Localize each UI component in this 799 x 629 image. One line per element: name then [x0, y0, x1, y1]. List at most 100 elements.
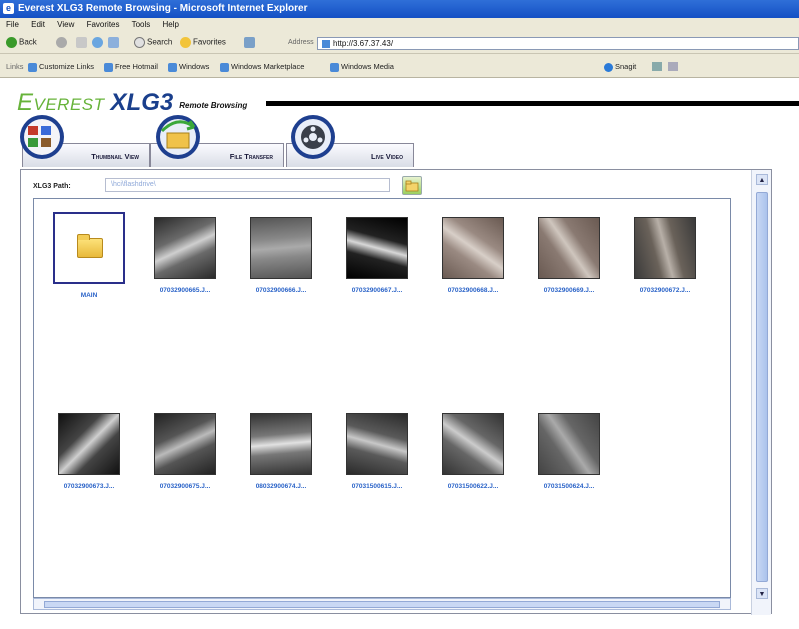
menu-favorites[interactable]: Favorites [87, 20, 120, 29]
address-bar[interactable]: http://3.67.37.43/ [317, 37, 799, 50]
back-button[interactable]: Back [6, 37, 37, 49]
file-name-label[interactable]: 07031500615.J... [334, 483, 420, 490]
file-name-label[interactable]: 07032900665.J... [142, 287, 228, 294]
forward-button[interactable] [56, 37, 69, 49]
file-name-label[interactable]: 07032900669.J... [526, 287, 612, 294]
image-thumbnail-item[interactable]: 07032900669.J... [526, 217, 612, 294]
file-name-label[interactable]: 07032900672.J... [622, 287, 708, 294]
open-folder-button[interactable] [402, 176, 422, 195]
search-button[interactable]: Search [134, 37, 172, 49]
folder-item[interactable]: MAIN [46, 212, 132, 299]
image-thumbnail-item[interactable]: 07031500615.J... [334, 413, 420, 490]
file-name-label[interactable]: 07032900668.J... [430, 287, 516, 294]
back-arrow-icon [6, 37, 17, 48]
image-thumbnail[interactable] [250, 217, 312, 279]
menu-view[interactable]: View [57, 20, 74, 29]
brand-divider [266, 101, 799, 106]
favorites-button[interactable]: Favorites [180, 37, 226, 49]
brand-subtitle: Remote Browsing [179, 101, 248, 110]
refresh-icon [92, 37, 103, 48]
capture-window-icon[interactable] [668, 62, 678, 71]
capture-icon[interactable] [652, 62, 662, 71]
file-name-label[interactable]: MAIN [46, 292, 132, 299]
image-thumbnail[interactable] [250, 413, 312, 475]
links-bar: Links Customize Links Free Hotmail Windo… [0, 54, 799, 78]
horizontal-scroll-thumb[interactable] [44, 601, 720, 608]
path-label: XLG3 Path: [33, 183, 71, 190]
links-label: Links [6, 62, 24, 71]
path-input[interactable]: \hci\flashdrive\ [105, 178, 390, 192]
image-thumbnail-item[interactable]: 07032900666.J... [238, 217, 324, 294]
image-thumbnail-item[interactable]: 07032900665.J... [142, 217, 228, 294]
link-windows-marketplace[interactable]: Windows Marketplace [220, 62, 304, 72]
image-thumbnail[interactable] [346, 217, 408, 279]
thumbnail-grid: MAIN 07032900665.J... 07032900666.J... 0703… [33, 198, 731, 598]
menu-edit[interactable]: Edit [31, 20, 45, 29]
history-button[interactable] [244, 37, 257, 49]
horizontal-scrollbar[interactable] [33, 598, 731, 610]
folder-glyph [77, 234, 103, 258]
folder-icon[interactable] [53, 212, 125, 284]
folder-open-icon [405, 180, 419, 192]
page-icon [322, 39, 330, 48]
image-thumbnail-item[interactable]: 07032900667.J... [334, 217, 420, 294]
file-name-label[interactable]: 08032900674.J... [238, 483, 324, 490]
stop-icon [76, 37, 87, 48]
home-button[interactable] [108, 37, 121, 49]
image-thumbnail-item[interactable]: 08032900674.J... [238, 413, 324, 490]
snagit-button[interactable]: Snagit [604, 62, 636, 72]
file-name-label[interactable]: 07031500624.J... [526, 483, 612, 490]
vertical-scroll-thumb[interactable] [756, 192, 768, 582]
image-thumbnail-item[interactable]: 07031500624.J... [526, 413, 612, 490]
link-windows-media[interactable]: Windows Media [330, 62, 394, 72]
refresh-button[interactable] [92, 37, 105, 49]
stop-button[interactable] [76, 37, 89, 49]
brand-xlg3: XLG3 [110, 89, 174, 116]
menu-file[interactable]: File [6, 20, 19, 29]
link-customize[interactable]: Customize Links [28, 62, 94, 72]
ie-logo-icon: e [3, 3, 14, 14]
title-bar: e Everest XLG3 Remote Browsing - Microso… [0, 0, 799, 18]
star-icon [180, 37, 191, 48]
brand-everest: Everest [17, 89, 105, 116]
scroll-up-arrow-icon[interactable]: ▲ [756, 174, 768, 185]
file-name-label[interactable]: 07032900673.J... [46, 483, 132, 490]
file-name-label[interactable]: 07031500622.J... [430, 483, 516, 490]
link-icon [220, 62, 229, 72]
image-thumbnail-item[interactable]: 07032900668.J... [430, 217, 516, 294]
link-icon [28, 62, 37, 72]
standard-toolbar: Back Search Favorites Address http://3.6… [0, 32, 799, 54]
file-transfer-icon [156, 115, 200, 159]
history-icon [244, 37, 255, 48]
scroll-down-arrow-icon[interactable]: ▼ [756, 588, 768, 599]
browser-window: e Everest XLG3 Remote Browsing - Microso… [0, 0, 799, 629]
image-thumbnail-item[interactable]: 07032900675.J... [142, 413, 228, 490]
image-thumbnail[interactable] [538, 413, 600, 475]
link-windows[interactable]: Windows [168, 62, 209, 72]
image-thumbnail[interactable] [58, 413, 120, 475]
link-icon [168, 62, 177, 72]
image-thumbnail[interactable] [634, 217, 696, 279]
image-thumbnail[interactable] [154, 217, 216, 279]
file-name-label[interactable]: 07032900667.J... [334, 287, 420, 294]
file-name-label[interactable]: 07032900675.J... [142, 483, 228, 490]
link-free-hotmail[interactable]: Free Hotmail [104, 62, 158, 72]
image-thumbnail-item[interactable]: 07032900673.J... [46, 413, 132, 490]
image-thumbnail[interactable] [442, 413, 504, 475]
image-thumbnail[interactable] [442, 217, 504, 279]
menu-tools[interactable]: Tools [132, 20, 151, 29]
browser-panel: XLG3 Path: \hci\flashdrive\ MAIN 07032900… [20, 169, 772, 615]
vertical-scrollbar[interactable]: ▲ ▼ [751, 170, 771, 615]
address-label: Address [288, 39, 314, 46]
brand-header: Everest XLG3 Remote Browsing [17, 89, 247, 117]
link-icon [104, 62, 113, 72]
thumbnail-view-icon [20, 115, 64, 159]
menu-help[interactable]: Help [163, 20, 179, 29]
image-thumbnail-item[interactable]: 07032900672.J... [622, 217, 708, 294]
image-thumbnail-item[interactable]: 07031500622.J... [430, 413, 516, 490]
image-thumbnail[interactable] [346, 413, 408, 475]
image-thumbnail[interactable] [538, 217, 600, 279]
file-name-label[interactable]: 07032900666.J... [238, 287, 324, 294]
menu-bar: File Edit View Favorites Tools Help [0, 18, 799, 32]
image-thumbnail[interactable] [154, 413, 216, 475]
